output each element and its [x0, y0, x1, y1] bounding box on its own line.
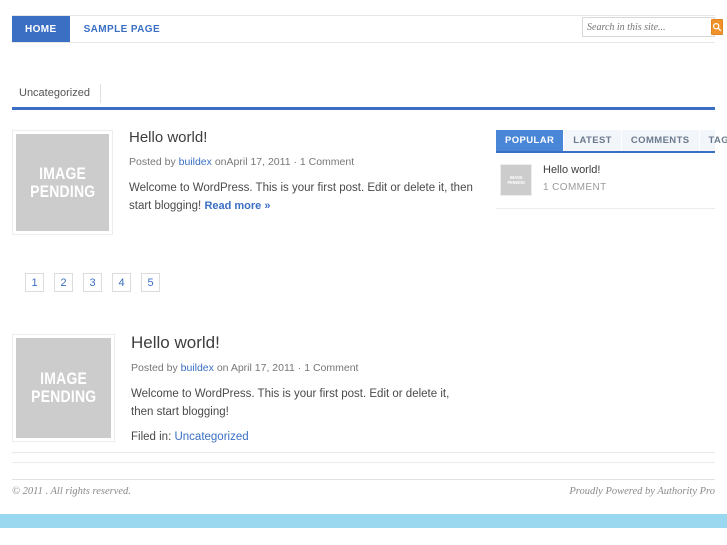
- sidebar-item-text: Hello world! 1 COMMENT: [543, 164, 607, 193]
- post-title[interactable]: Hello world!: [131, 333, 474, 353]
- sidebar-item-thumbnail: IMAGE PENDING: [500, 164, 532, 196]
- breadcrumb: Uncategorized: [12, 84, 715, 106]
- excerpt-text: Welcome to WordPress. This is your first…: [129, 181, 473, 213]
- search-button[interactable]: [711, 19, 723, 35]
- meta-date: April 17, 2011: [226, 155, 291, 168]
- tab-comments[interactable]: COMMENTS: [622, 130, 700, 151]
- search-icon: [712, 22, 722, 32]
- nav-item-home[interactable]: HOME: [12, 16, 70, 42]
- post-item: IMAGE PENDING Hello world! Posted by bui…: [12, 129, 474, 235]
- pagination-page-5[interactable]: 5: [141, 273, 160, 292]
- sidebar-item-comment-count: 1 COMMENT: [543, 182, 607, 193]
- placeholder-line-2: PENDING: [30, 387, 97, 406]
- meta-comment-count[interactable]: 1 Comment: [300, 156, 354, 168]
- post-body: Hello world! Posted by buildex on April …: [131, 333, 474, 443]
- post-filed-in: Filed in: Uncategorized: [131, 431, 474, 443]
- footer-copyright: © 2011 . All rights reserved.: [12, 486, 131, 497]
- pagination-page-4[interactable]: 4: [112, 273, 131, 292]
- nav-item-sample-page[interactable]: SAMPLE PAGE: [70, 16, 174, 42]
- placeholder-line-1: IMAGE: [40, 369, 87, 389]
- meta-separator: ·: [290, 155, 300, 168]
- meta-date: April 17, 2011: [230, 361, 295, 374]
- pagination-page-1[interactable]: 1: [25, 273, 44, 292]
- image-placeholder: IMAGE PENDING: [16, 134, 109, 231]
- content-divider-top: [12, 452, 715, 453]
- search-box: [582, 17, 723, 37]
- post-body: Hello world! Posted by buildex onApril 1…: [129, 129, 474, 216]
- pagination: 1 2 3 4 5: [25, 273, 474, 292]
- read-more-link[interactable]: Read more »: [204, 200, 270, 212]
- footer: © 2011 . All rights reserved. Proudly Po…: [12, 486, 715, 497]
- filed-in-category-link[interactable]: Uncategorized: [174, 431, 248, 443]
- footer-accent-band: [0, 514, 727, 528]
- post-meta: Posted by buildex on April 17, 2011 · 1 …: [131, 362, 474, 374]
- post-item: IMAGE PENDING Hello world! Posted by bui…: [12, 333, 474, 443]
- meta-posted-by: Posted by: [131, 361, 178, 374]
- post-meta: Posted by buildex onApril 17, 2011 · 1 C…: [129, 156, 474, 168]
- sidebar-list-item[interactable]: IMAGE PENDING Hello world! 1 COMMENT: [496, 153, 715, 209]
- meta-on: on: [213, 361, 231, 374]
- header-divider: [12, 107, 715, 110]
- post-title[interactable]: Hello world!: [129, 129, 474, 147]
- placeholder-line-1: IMAGE: [39, 163, 86, 183]
- tab-tags[interactable]: TAGS: [700, 130, 727, 151]
- meta-author-link[interactable]: buildex: [181, 362, 214, 374]
- post-thumbnail[interactable]: IMAGE PENDING: [12, 130, 113, 235]
- tab-latest[interactable]: LATEST: [564, 130, 622, 151]
- tab-popular[interactable]: POPULAR: [496, 130, 565, 151]
- breadcrumb-category[interactable]: Uncategorized: [12, 84, 101, 103]
- post-excerpt: Welcome to WordPress. This is your first…: [129, 179, 474, 216]
- post-thumbnail[interactable]: IMAGE PENDING: [12, 334, 115, 442]
- pagination-page-3[interactable]: 3: [83, 273, 102, 292]
- meta-posted-by: Posted by: [129, 155, 176, 168]
- search-input[interactable]: [583, 19, 711, 35]
- pagination-page-2[interactable]: 2: [54, 273, 73, 292]
- placeholder-line-2: PENDING: [507, 180, 525, 185]
- content-divider-mid: [12, 462, 715, 463]
- sidebar-tabs: POPULAR LATEST COMMENTS TAGS: [496, 130, 727, 153]
- content-column: IMAGE PENDING Hello world! Posted by bui…: [12, 129, 474, 443]
- meta-on: on: [211, 155, 227, 168]
- post-excerpt: Welcome to WordPress. This is your first…: [131, 387, 450, 419]
- filed-in-label: Filed in:: [131, 430, 175, 443]
- meta-comment-count[interactable]: 1 Comment: [304, 362, 358, 374]
- main-navigation: HOME SAMPLE PAGE: [12, 15, 723, 43]
- meta-author-link[interactable]: buildex: [179, 156, 212, 168]
- sidebar-item-title[interactable]: Hello world!: [543, 164, 607, 176]
- footer-credit[interactable]: Proudly Powered by Authority Pro: [569, 486, 715, 497]
- page-root: HOME SAMPLE PAGE Uncategorized IMAG: [0, 0, 727, 545]
- image-placeholder: IMAGE PENDING: [16, 338, 111, 438]
- meta-separator: ·: [294, 361, 305, 374]
- placeholder-line-2: PENDING: [29, 181, 96, 201]
- sidebar: POPULAR LATEST COMMENTS TAGS IMAGE PENDI…: [496, 130, 727, 209]
- footer-divider: [12, 479, 715, 480]
